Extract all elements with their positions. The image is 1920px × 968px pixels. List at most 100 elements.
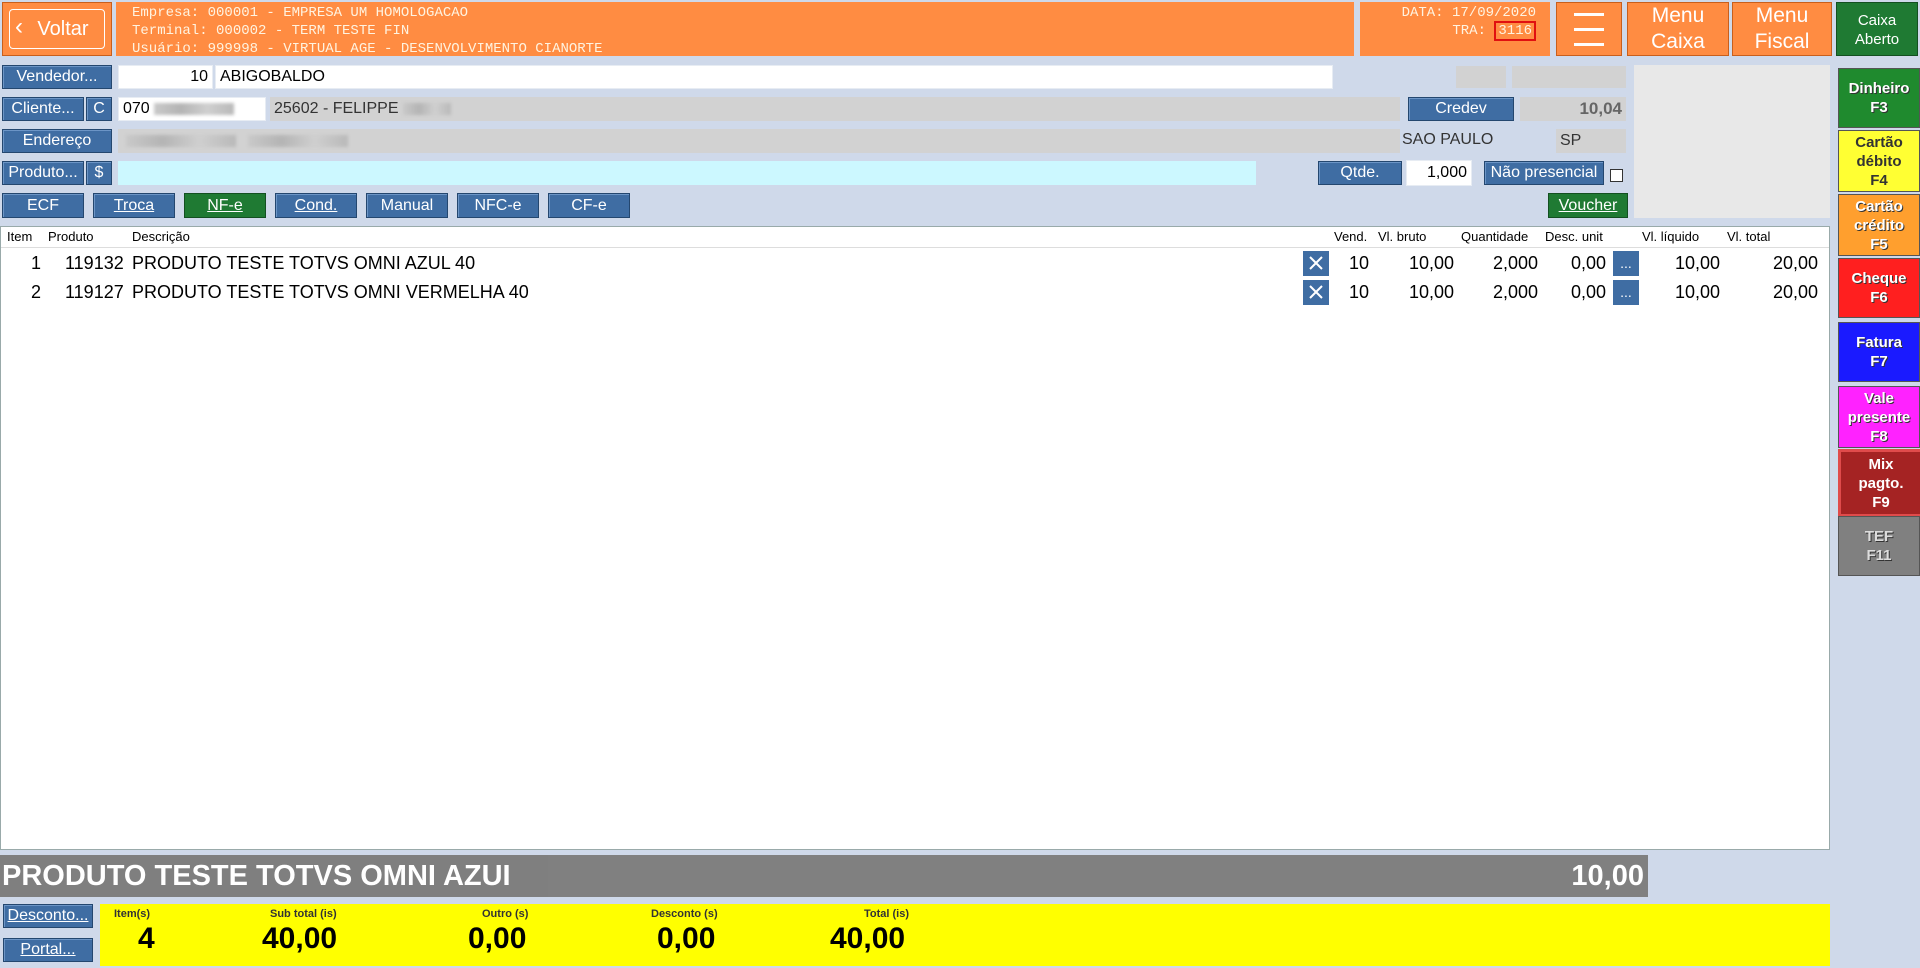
- credito-line3: F5: [1870, 235, 1888, 253]
- redacted-name: [402, 103, 451, 115]
- col-vl-total: Vl. total: [1727, 229, 1771, 244]
- chevron-left-icon: ‹: [15, 13, 23, 40]
- usuario-line: Usuário: 999998 - VIRTUAL AGE - DESENVOL…: [132, 41, 603, 57]
- current-item-value: 10,00: [1571, 860, 1644, 892]
- mix-pagto-button[interactable]: Mix pagto. F9: [1838, 449, 1920, 517]
- tra-line: TRA: 3116: [1360, 21, 1536, 41]
- col-quantidade: Quantidade: [1461, 229, 1529, 244]
- vendedor-name-field: ABIGOBALDO: [215, 65, 1333, 89]
- dinheiro-button[interactable]: Dinheiro F3: [1838, 68, 1920, 128]
- vendedor-code-field[interactable]: 10: [118, 65, 213, 89]
- cheque-button[interactable]: Cheque F6: [1838, 258, 1920, 318]
- vale-line1: Vale: [1863, 389, 1895, 407]
- cliente-c-button[interactable]: C: [86, 97, 112, 121]
- row-vl-bruto: 10,00: [1409, 282, 1455, 302]
- row-vl-liquido: 10,00: [1675, 253, 1721, 273]
- cond-button[interactable]: Cond.: [275, 193, 357, 218]
- manual-button[interactable]: Manual: [366, 193, 448, 218]
- row-item: 2: [31, 282, 42, 302]
- vendedor-button[interactable]: Vendedor...: [2, 65, 112, 89]
- caixa-status-button[interactable]: Caixa Aberto: [1836, 2, 1918, 56]
- voucher-button[interactable]: Voucher: [1548, 193, 1628, 218]
- table-row[interactable]: 2 119127 PRODUTO TESTE TOTVS OMNI VERMEL…: [1, 278, 1829, 307]
- cfe-button[interactable]: CF-e: [548, 193, 630, 218]
- row-item: 1: [31, 253, 42, 273]
- cheque-line2: F6: [1870, 289, 1888, 306]
- fatura-button[interactable]: Fatura F7: [1838, 322, 1920, 382]
- nfce-button[interactable]: NFC-e: [457, 193, 539, 218]
- back-button-frame: [9, 9, 105, 49]
- back-button[interactable]: ‹ Voltar: [2, 2, 112, 56]
- troca-button[interactable]: Troca: [93, 193, 175, 218]
- hamburger-button[interactable]: [1556, 2, 1622, 56]
- portal-button[interactable]: Portal...: [3, 938, 93, 962]
- row-descricao: PRODUTO TESTE TOTVS OMNI VERMELHA 40: [132, 282, 529, 302]
- remove-item-button[interactable]: [1303, 251, 1329, 276]
- redacted-address-2: [248, 135, 348, 147]
- total-label: Total (is): [864, 908, 910, 920]
- qtde-input[interactable]: 1,000: [1406, 160, 1472, 186]
- mix-line3: F9: [1872, 493, 1890, 511]
- vendedor-extra-2: [1512, 66, 1626, 88]
- table-header: Item Produto Descrição Vend. Vl. bruto Q…: [1, 227, 1829, 248]
- menu-caixa-line2: Caixa: [1651, 30, 1705, 53]
- desconto-button[interactable]: Desconto...: [3, 904, 93, 928]
- col-item: Item: [7, 229, 33, 244]
- row-quantidade: 2,000: [1493, 253, 1539, 273]
- row-vl-bruto: 10,00: [1409, 253, 1455, 273]
- col-vl-liquido: Vl. líquido: [1642, 229, 1700, 244]
- col-vl-bruto: Vl. bruto: [1378, 229, 1427, 244]
- tef-button[interactable]: TEF F11: [1838, 516, 1920, 576]
- nfe-button[interactable]: NF-e: [184, 193, 266, 218]
- fatura-line2: F7: [1870, 353, 1888, 370]
- row-vl-liquido: 10,00: [1675, 282, 1721, 302]
- cartao-credito-button[interactable]: Cartão crédito F5: [1838, 194, 1920, 256]
- cliente-button[interactable]: Cliente...: [2, 97, 84, 121]
- nao-presencial-checkbox[interactable]: [1610, 169, 1623, 182]
- vale-presente-button[interactable]: Vale presente F8: [1838, 386, 1920, 448]
- row-descricao: PRODUTO TESTE TOTVS OMNI AZUL 40: [132, 253, 476, 273]
- date-panel: DATA: 17/09/2020 TRA: 3116: [1360, 2, 1550, 56]
- tra-label: TRA:: [1452, 23, 1486, 39]
- row-more-button[interactable]: ...: [1613, 251, 1639, 276]
- remove-item-button[interactable]: [1303, 280, 1329, 305]
- row-vl-total: 20,00: [1773, 282, 1819, 302]
- menu-fiscal-line2: Fiscal: [1754, 30, 1810, 53]
- items-value: 4: [138, 922, 155, 955]
- cheque-line1: Cheque: [1851, 270, 1907, 287]
- row-vl-total: 20,00: [1773, 253, 1819, 273]
- row-produto: 119127: [65, 282, 124, 302]
- dinheiro-line1: Dinheiro: [1848, 80, 1910, 97]
- desconto-total-label: Desconto (s): [651, 908, 718, 920]
- cliente-name-value: 25602 - FELIPPE: [274, 100, 399, 117]
- table-row[interactable]: 1 119132 PRODUTO TESTE TOTVS OMNI AZUL 4…: [1, 249, 1829, 278]
- mix-line2: pagto.: [1858, 474, 1904, 492]
- produto-input[interactable]: [118, 161, 1256, 185]
- cidade-field: SAO PAULO: [1402, 131, 1494, 148]
- nao-presencial-button[interactable]: Não presencial: [1484, 161, 1604, 185]
- subtotal-label: Sub total (is): [270, 908, 337, 920]
- col-produto: Produto: [48, 229, 94, 244]
- credev-button[interactable]: Credev: [1408, 97, 1514, 121]
- current-item-bar: PRODUTO TESTE TOTVS OMNI AZUI 10,00: [0, 855, 1648, 897]
- items-table: Item Produto Descrição Vend. Vl. bruto Q…: [0, 226, 1830, 850]
- close-icon: [1309, 285, 1323, 299]
- produto-button[interactable]: Produto...: [2, 161, 84, 185]
- debito-line1: Cartão: [1855, 133, 1903, 151]
- menu-fiscal-button[interactable]: Menu Fiscal: [1732, 2, 1832, 56]
- endereco-button[interactable]: Endereço: [2, 129, 112, 153]
- qtde-button[interactable]: Qtde.: [1318, 161, 1402, 185]
- outro-value: 0,00: [468, 922, 527, 955]
- cartao-debito-button[interactable]: Cartão débito F4: [1838, 130, 1920, 192]
- fatura-line1: Fatura: [1856, 334, 1902, 351]
- menu-caixa-button[interactable]: Menu Caixa: [1627, 2, 1729, 56]
- cliente-doc-field[interactable]: 070: [118, 97, 266, 121]
- produto-dollar-button[interactable]: $: [86, 161, 112, 185]
- row-more-button[interactable]: ...: [1613, 280, 1639, 305]
- current-item-description: PRODUTO TESTE TOTVS OMNI AZUI: [2, 860, 511, 892]
- row-produto: 119132: [65, 253, 124, 273]
- desconto-total-value: 0,00: [657, 922, 716, 955]
- ecf-button[interactable]: ECF: [2, 193, 84, 218]
- subtotal-value: 40,00: [262, 922, 338, 955]
- caixa-status-line2: Aberto: [1854, 31, 1900, 48]
